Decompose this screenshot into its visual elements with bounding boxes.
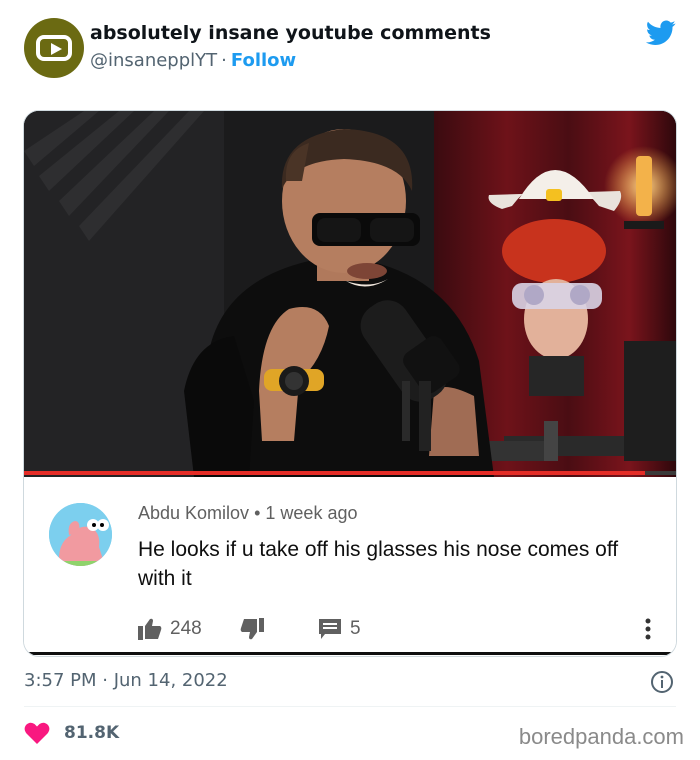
account-avatar[interactable]: [24, 18, 84, 78]
comment-text: He looks if u take off his glasses his n…: [138, 538, 619, 590]
tweet-card: absolutely insane youtube comments @insa…: [0, 0, 700, 760]
reply-count: 5: [350, 618, 361, 639]
tweet-timestamp[interactable]: 3:57 PM · Jun 14, 2022: [24, 670, 228, 691]
heart-icon: [24, 722, 50, 744]
comment-age-separator: •: [254, 503, 261, 523]
commenter-avatar[interactable]: [49, 503, 112, 566]
thumbs-down-icon: [240, 618, 264, 640]
comment-actions: 248 5: [138, 615, 658, 643]
info-icon[interactable]: [650, 670, 674, 694]
source-watermark: boredpanda.com: [518, 724, 684, 749]
thumbs-up-icon: [138, 618, 162, 640]
like-button[interactable]: 248: [138, 615, 202, 643]
twitter-bird-icon[interactable]: [646, 20, 676, 46]
account-handle-line: @insanepplYT · Follow: [90, 50, 296, 71]
tweet-divider: [24, 706, 676, 707]
follow-button[interactable]: Follow: [231, 50, 296, 71]
comment-author-line: Abdu Komilov • 1 week ago: [138, 503, 357, 524]
youtube-comment: Abdu Komilov • 1 week ago He looks if u …: [24, 477, 676, 655]
vertical-dots-icon[interactable]: [638, 615, 658, 643]
reply-button[interactable]: 5: [318, 615, 361, 643]
tweet-like-count: 81.8K: [64, 723, 120, 743]
tweet-header: absolutely insane youtube comments @insa…: [24, 18, 676, 82]
separator-dot: ·: [221, 50, 227, 71]
account-handle[interactable]: @insanepplYT: [90, 50, 217, 71]
dislike-button[interactable]: [240, 615, 264, 643]
video-still-photo[interactable]: [24, 111, 676, 477]
comment-age: 1 week ago: [265, 503, 358, 523]
video-progress-fill: [24, 471, 646, 475]
youtube-logo-icon: [36, 35, 72, 61]
media-attachment[interactable]: Abdu Komilov • 1 week ago He looks if u …: [23, 110, 677, 657]
account-display-name[interactable]: absolutely insane youtube comments: [90, 22, 491, 44]
comment-author[interactable]: Abdu Komilov: [138, 503, 249, 523]
podcast-scene-illustration: [24, 111, 676, 477]
like-count: 248: [170, 618, 202, 639]
like-action[interactable]: 81.8K: [24, 720, 119, 746]
video-progress-bar[interactable]: [24, 471, 676, 475]
comment-icon: [319, 619, 341, 639]
patrick-star-avatar-image: [49, 503, 112, 566]
